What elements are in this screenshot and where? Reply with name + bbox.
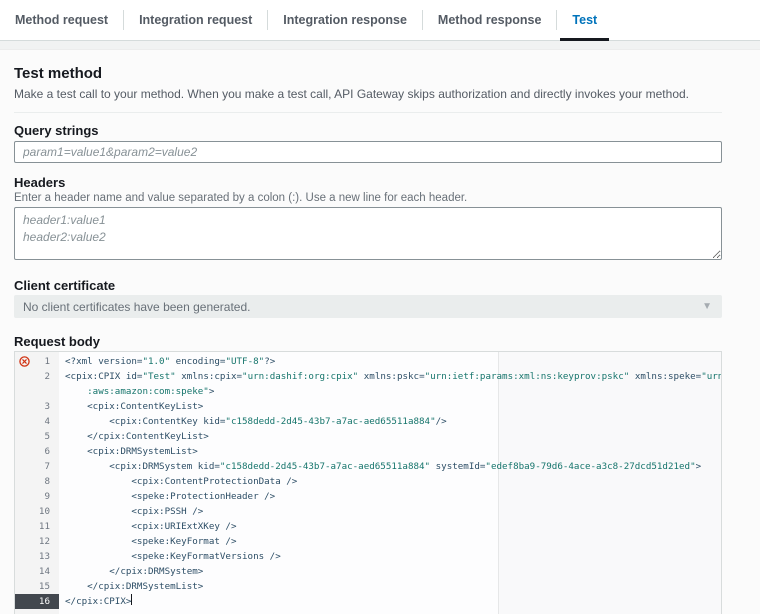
code-line-13[interactable]: 13 <speke:KeyFormatVersions />: [15, 549, 721, 564]
request-body-editor[interactable]: 1<?xml version="1.0" encoding="UTF-8"?>2…: [14, 351, 722, 614]
code-line-text: <cpix:ContentKeyList>: [59, 399, 721, 414]
code-line-text: <cpix:URIExtXKey />: [59, 519, 721, 534]
gutter-line-number: 2: [15, 369, 59, 384]
code-line-text: </cpix:DRMSystemList>: [59, 579, 721, 594]
tab-integration-response[interactable]: Integration response: [268, 0, 422, 40]
client-certificate-value: No client certificates have been generat…: [23, 300, 250, 314]
code-line-9[interactable]: 9 <speke:ProtectionHeader />: [15, 489, 721, 504]
gutter-line-number: 11: [15, 519, 59, 534]
gutter-line-number: 8: [15, 474, 59, 489]
gutter-line-number: 14: [15, 564, 59, 579]
code-line-text: </cpix:DRMSystem>: [59, 564, 721, 579]
code-line-6[interactable]: 6 <cpix:DRMSystemList>: [15, 444, 721, 459]
code-line-text: <?xml version="1.0" encoding="UTF-8"?>: [59, 354, 721, 369]
code-line-text: <cpix:CPIX id="Test" xmlns:cpix="urn:das…: [59, 369, 721, 384]
code-line-15[interactable]: 15 </cpix:DRMSystemList>: [15, 579, 721, 594]
code-line-4[interactable]: 4 <cpix:ContentKey kid="c158dedd-2d45-43…: [15, 414, 721, 429]
caret-down-icon: ▼: [702, 302, 712, 312]
gutter-line-number: 7: [15, 459, 59, 474]
text-cursor: [131, 594, 132, 605]
code-line-3[interactable]: 3 <cpix:ContentKeyList>: [15, 399, 721, 414]
code-line-16[interactable]: 16</cpix:CPIX>: [15, 594, 721, 609]
headers-hint: Enter a header name and value separated …: [14, 192, 722, 205]
headers-textarea[interactable]: [14, 207, 722, 260]
tab-method-request[interactable]: Method request: [0, 0, 123, 40]
code-line-5[interactable]: 5 </cpix:ContentKeyList>: [15, 429, 721, 444]
client-certificate-label: Client certificate: [14, 278, 722, 293]
gutter-line-number: 10: [15, 504, 59, 519]
code-line-text: <cpix:PSSH />: [59, 504, 721, 519]
gutter-line-number: 12: [15, 534, 59, 549]
code-line-12[interactable]: 12 <speke:KeyFormat />: [15, 534, 721, 549]
gutter-line-number: 16: [15, 594, 59, 609]
gutter-line-number: 15: [15, 579, 59, 594]
gutter-line-number: 6: [15, 444, 59, 459]
gutter-line-number: [15, 384, 59, 399]
code-line-text: <cpix:ContentProtectionData />: [59, 474, 721, 489]
gutter-line-number: 5: [15, 429, 59, 444]
query-strings-label: Query strings: [14, 123, 722, 138]
code-line-11[interactable]: 11 <cpix:URIExtXKey />: [15, 519, 721, 534]
code-line-14[interactable]: 14 </cpix:DRMSystem>: [15, 564, 721, 579]
headers-label: Headers: [14, 175, 722, 190]
code-line-text: <cpix:DRMSystem kid="c158dedd-2d45-43b7-…: [59, 459, 721, 474]
code-line-text: <cpix:ContentKey kid="c158dedd-2d45-43b7…: [59, 414, 721, 429]
page-background-strip: [0, 41, 760, 50]
code-line-10[interactable]: 10 <cpix:PSSH />: [15, 504, 721, 519]
tab-test[interactable]: Test: [557, 0, 612, 40]
code-line-text: </cpix:ContentKeyList>: [59, 429, 721, 444]
error-icon: [19, 356, 30, 367]
code-line-text: <speke:ProtectionHeader />: [59, 489, 721, 504]
gutter-line-number: 9: [15, 489, 59, 504]
editor-code-rows: 1<?xml version="1.0" encoding="UTF-8"?>2…: [15, 352, 721, 609]
test-method-panel: Test method Make a test call to your met…: [0, 66, 760, 614]
code-line-text: <speke:KeyFormat />: [59, 534, 721, 549]
code-line-1[interactable]: 1<?xml version="1.0" encoding="UTF-8"?>: [15, 354, 721, 369]
page-title: Test method: [14, 66, 722, 82]
code-line-text: <speke:KeyFormatVersions />: [59, 549, 721, 564]
gutter-line-number: 13: [15, 549, 59, 564]
method-tab-bar: Method requestIntegration requestIntegra…: [0, 0, 760, 41]
gutter-line-number: 3: [15, 399, 59, 414]
tab-method-response[interactable]: Method response: [423, 0, 557, 40]
code-line-7[interactable]: 7 <cpix:DRMSystem kid="c158dedd-2d45-43b…: [15, 459, 721, 474]
client-certificate-select[interactable]: No client certificates have been generat…: [14, 295, 722, 318]
query-strings-input[interactable]: [14, 141, 722, 163]
tab-integration-request[interactable]: Integration request: [124, 0, 267, 40]
page-description: Make a test call to your method. When yo…: [14, 87, 722, 101]
code-line-text: <cpix:DRMSystemList>: [59, 444, 721, 459]
code-line-text: </cpix:CPIX>: [59, 594, 721, 609]
request-body-label: Request body: [14, 334, 722, 349]
code-line-wrap[interactable]: :aws:amazon:com:speke">: [15, 384, 721, 399]
code-line-8[interactable]: 8 <cpix:ContentProtectionData />: [15, 474, 721, 489]
gutter-line-number: 4: [15, 414, 59, 429]
code-line-2[interactable]: 2<cpix:CPIX id="Test" xmlns:cpix="urn:da…: [15, 369, 721, 384]
section-divider: [14, 112, 722, 113]
code-line-text: :aws:amazon:com:speke">: [59, 384, 721, 399]
gutter-line-number: 1: [15, 354, 59, 369]
